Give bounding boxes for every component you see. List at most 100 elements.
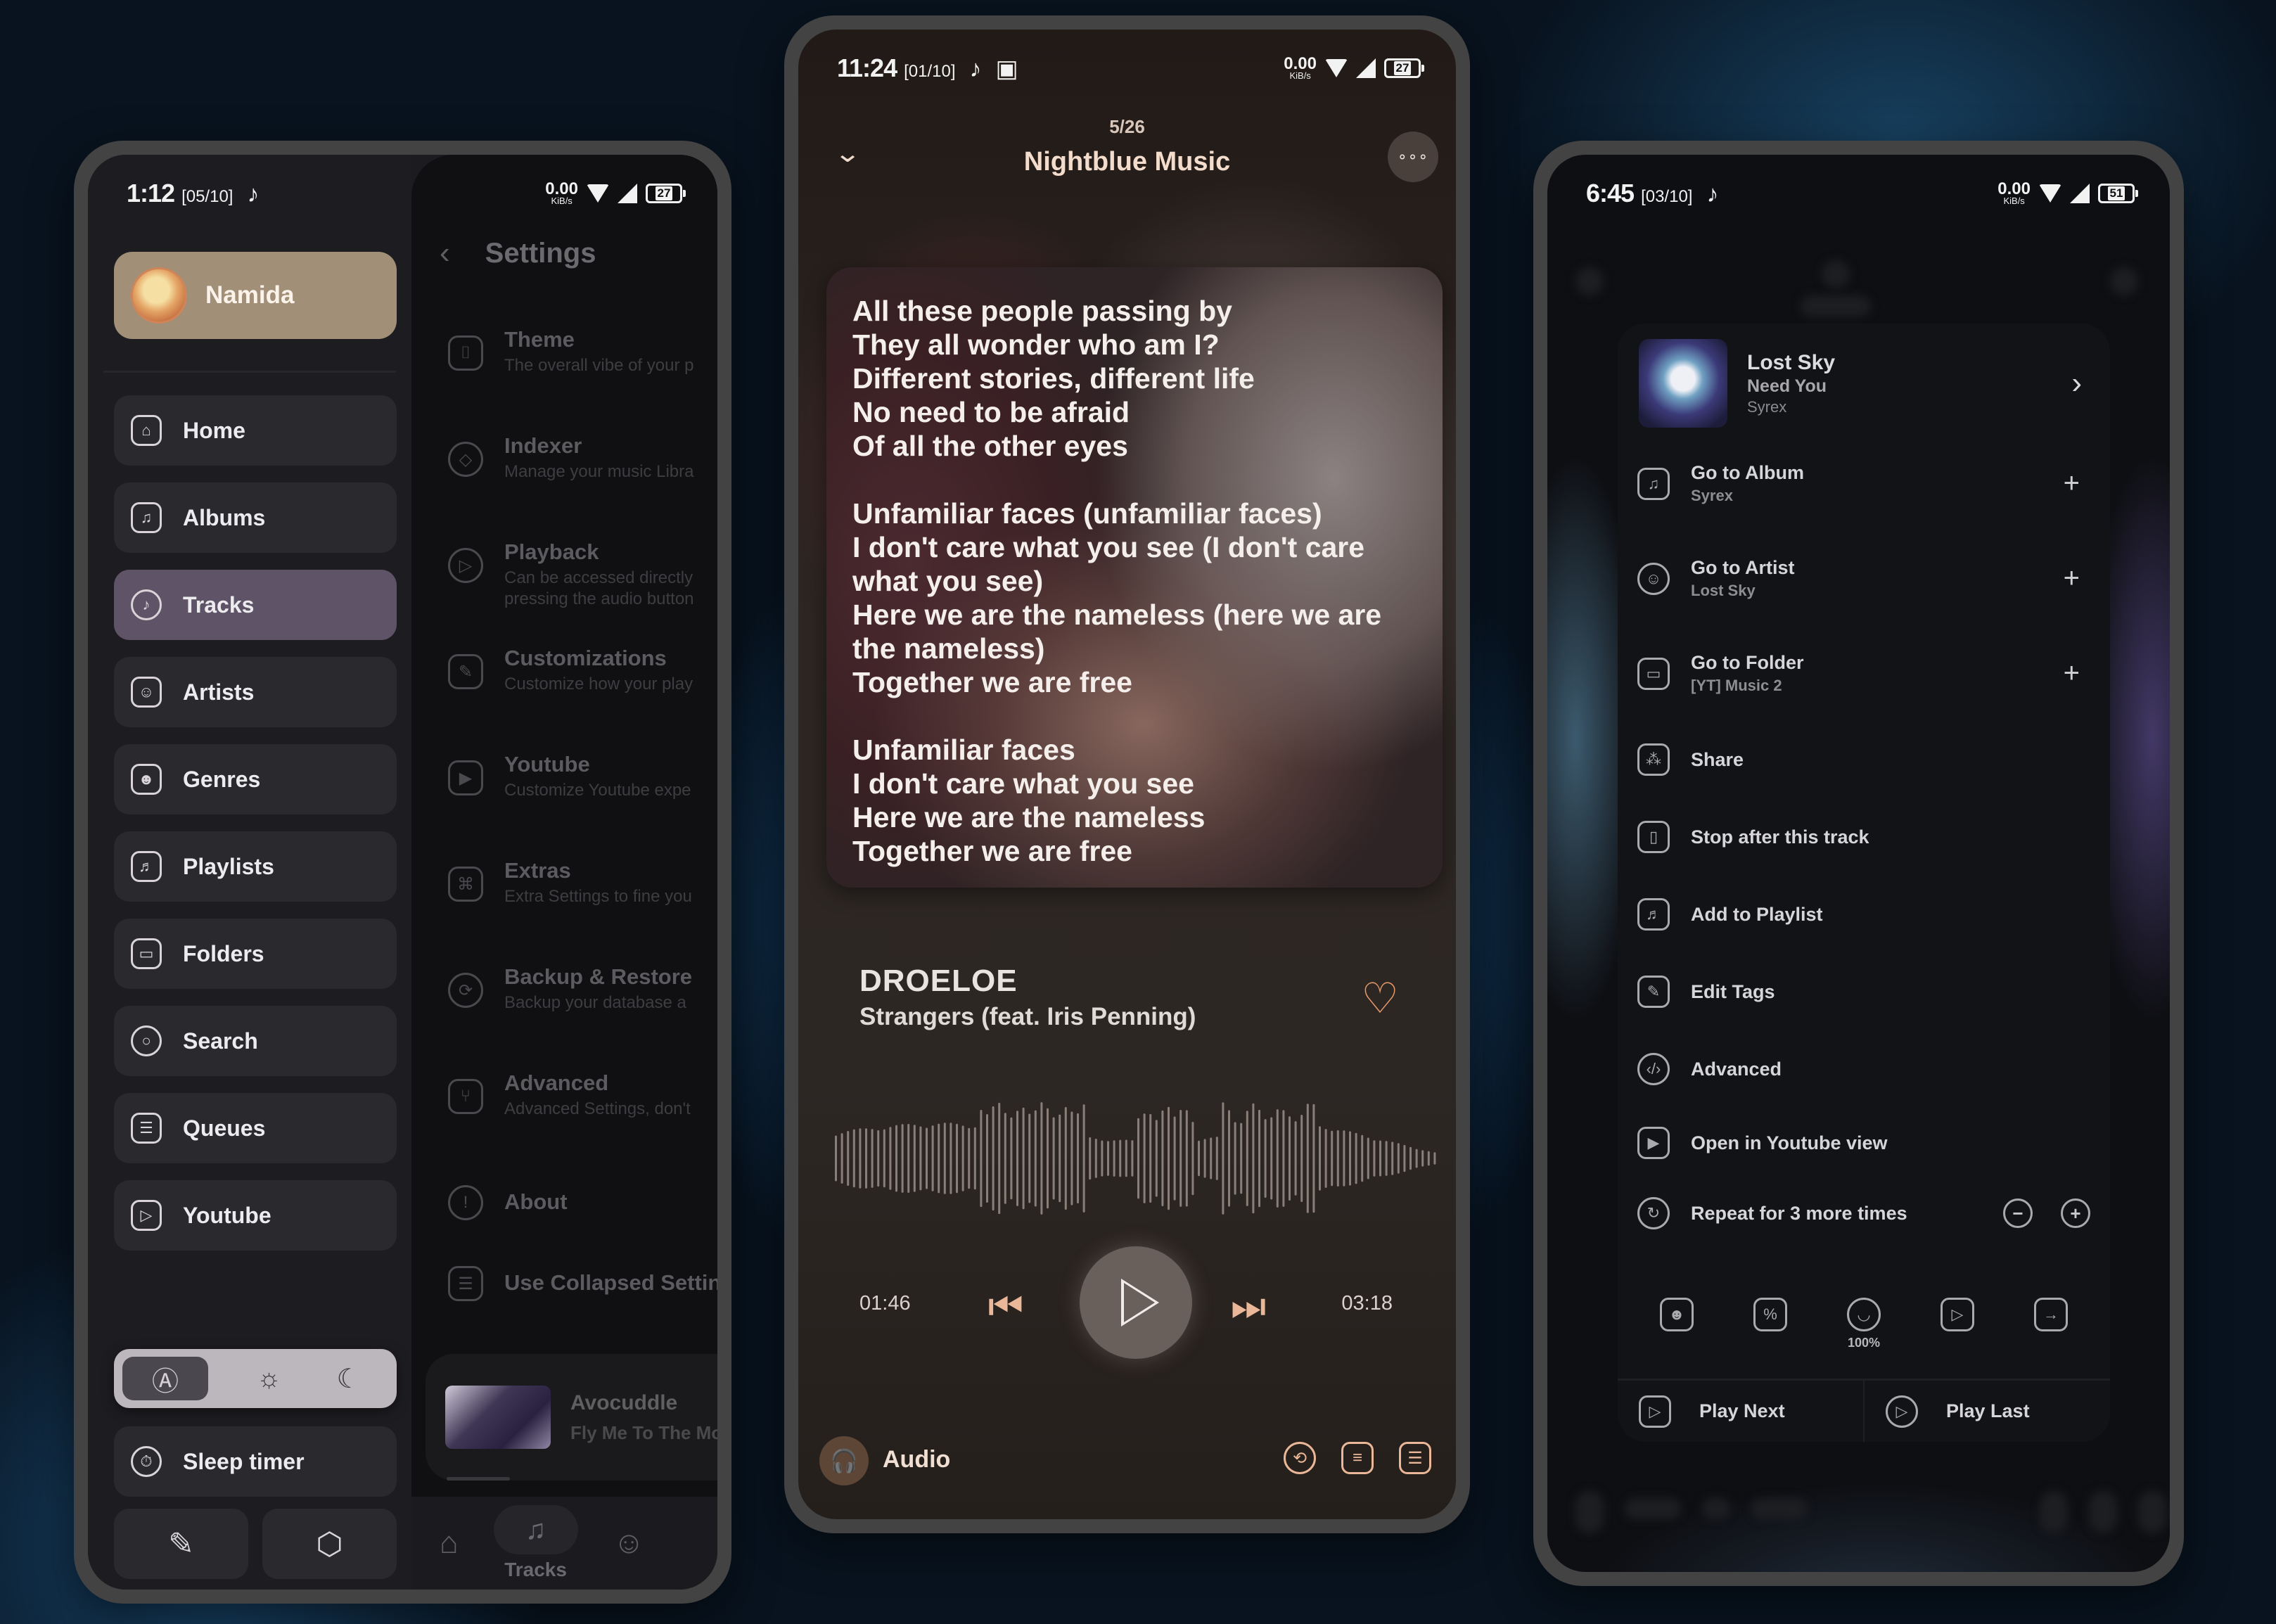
sidebar-item-tracks[interactable]: ♪ Tracks	[114, 570, 397, 640]
sidebar-item-genres[interactable]: ☻ Genres	[114, 744, 397, 814]
audio-source-label[interactable]: Audio	[883, 1446, 950, 1473]
context-menu-item-open-in-youtube-view[interactable]: ▶ Open in Youtube view	[1637, 1108, 2090, 1178]
battery-icon: 27	[646, 184, 686, 203]
sleep-timer-button[interactable]: ⏱ Sleep timer	[114, 1426, 397, 1497]
settings-item-indexer[interactable]: ◇ Indexer Manage your music Libra	[448, 433, 717, 539]
add-plus-icon[interactable]: +	[2064, 563, 2080, 594]
context-menu-item-add-to-playlist[interactable]: ♬ Add to Playlist	[1637, 876, 2090, 953]
add-plus-icon[interactable]: +	[2064, 658, 2080, 689]
settings-item-youtube[interactable]: ▶ Youtube Customize Youtube expe	[448, 752, 717, 858]
waveform-bar	[1385, 1141, 1388, 1176]
waveform-bar	[1331, 1130, 1334, 1187]
play-next-button[interactable]: ▷ Play Next	[1618, 1381, 1863, 1442]
waveform-bar	[1198, 1140, 1200, 1177]
settings-item-theme[interactable]: ⌷ Theme The overall vibe of your p	[448, 327, 717, 433]
settings-item-use-collapsed-settin[interactable]: ☰ Use Collapsed Settin	[448, 1258, 717, 1364]
chevron-right-icon[interactable]: ›	[2071, 366, 2082, 401]
waveform-bar	[1082, 1104, 1085, 1213]
auto-theme-icon[interactable]: Ⓐ	[122, 1357, 208, 1400]
queue-icon[interactable]: ☰	[1399, 1442, 1431, 1474]
sidebar-item-queues[interactable]: ☰ Queues	[114, 1093, 397, 1163]
lyric-line: Unfamiliar faces	[852, 734, 1075, 766]
play-button[interactable]	[1080, 1246, 1192, 1359]
lyrics-card[interactable]: All these people passing by They all wond…	[826, 267, 1443, 888]
context-menu-item-go-to-album[interactable]: ♫ Go to Album Syrex +	[1637, 436, 2090, 531]
settings-item-extras[interactable]: ⌘ Extras Extra Settings to fine you	[448, 858, 717, 964]
skip-next-icon: ⏭	[1230, 1283, 1267, 1328]
sidebar-item-playlists[interactable]: ♬ Playlists	[114, 831, 397, 902]
status-date: [03/10]	[1641, 187, 1693, 206]
decrement-button[interactable]: −	[2003, 1198, 2033, 1228]
waveform-bar	[883, 1129, 886, 1188]
settings-item-customizations[interactable]: ✎ Customizations Customize how your play	[448, 646, 717, 752]
sidebar-item-label: Folders	[183, 940, 264, 966]
theme-mode-switch[interactable]: Ⓐ ☼ ☾	[114, 1349, 397, 1408]
set-cover-button[interactable]: ▷	[1941, 1298, 1974, 1331]
previous-track-button[interactable]: ⏮	[978, 1278, 1034, 1334]
back-chevron-icon[interactable]: ‹	[440, 236, 450, 271]
track-artist[interactable]: DROELOE	[859, 964, 1018, 999]
play-last-button[interactable]: ▷ Play Last	[1863, 1381, 2110, 1442]
sidebar-item-youtube[interactable]: ▷ Youtube	[114, 1180, 397, 1251]
bottom-nav-home[interactable]: ⌂	[440, 1526, 459, 1561]
rating-button[interactable]: ◡ 100%	[1847, 1298, 1881, 1350]
sidebar-item-artists[interactable]: ☺ Artists	[114, 657, 397, 727]
customize-brush-button[interactable]: ✎	[114, 1509, 248, 1579]
add-plus-icon[interactable]: +	[2064, 468, 2080, 499]
next-track-button[interactable]: ⏭	[1220, 1278, 1277, 1334]
repeat-icon[interactable]: ⟲	[1284, 1442, 1316, 1474]
settings-gear-button[interactable]: ⬡	[262, 1509, 397, 1579]
bottom-nav-artists[interactable]: ☺	[613, 1526, 645, 1561]
repeat-count-controls: − +	[2003, 1198, 2090, 1228]
waveform-bar	[961, 1125, 964, 1191]
track-title[interactable]: Strangers (feat. Iris Penning)	[859, 1003, 1196, 1031]
dark-theme-icon[interactable]: ☾	[309, 1357, 388, 1400]
discount-ticket-button[interactable]: %	[1753, 1298, 1787, 1331]
repeat-track-row[interactable]: ↻ Repeat for 3 more times − +	[1637, 1178, 2090, 1248]
context-footer: ▷ Play Next ▷ Play Last	[1618, 1381, 2110, 1442]
context-menu-item-advanced[interactable]: ‹/› Advanced	[1637, 1030, 2090, 1108]
settings-item-text: About	[504, 1177, 568, 1215]
waveform-seekbar[interactable]	[835, 1099, 1440, 1218]
light-theme-icon[interactable]: ☼	[229, 1357, 309, 1400]
favourite-heart-icon[interactable]: ♡	[1353, 972, 1407, 1025]
headphones-icon[interactable]: 🎧	[819, 1436, 869, 1485]
wifi-icon	[2039, 184, 2061, 203]
waveform-bar	[1228, 1110, 1230, 1207]
right-screen: 6:45 [03/10] ♪ 0.00 KiB/s 51 Lost Sky Ne…	[1547, 155, 2170, 1572]
sidebar-item-search[interactable]: ○ Search	[114, 1006, 397, 1076]
bottom-nav-tracks[interactable]: ♫ Tracks	[493, 1505, 578, 1581]
settings-item-playback[interactable]: ▷ Playback Can be accessed directly pressi…	[448, 539, 717, 646]
more-options-button[interactable]: ∘∘∘	[1388, 132, 1438, 182]
context-menu-item-go-to-folder[interactable]: ▭ Go to Folder [YT] Music 2 +	[1637, 626, 2090, 721]
context-menu-item-edit-tags[interactable]: ✎ Edit Tags	[1637, 953, 2090, 1030]
sidebar-item-folders[interactable]: ▭ Folders	[114, 919, 397, 989]
context-menu-item-share[interactable]: ⁂ Share	[1637, 721, 2090, 798]
sidebar-item-albums[interactable]: ♫ Albums	[114, 482, 397, 553]
settings-item-backup-restore[interactable]: ⟳ Backup & Restore Backup your database a	[448, 964, 717, 1070]
stop-after-icon: ▯	[1637, 821, 1670, 853]
mini-player[interactable]: Avocuddle Fly Me To The Moo	[426, 1354, 717, 1481]
waveform-bar	[1270, 1117, 1273, 1200]
context-track-header[interactable]: Lost Sky Need You Syrex ›	[1639, 338, 2089, 429]
waveform-bar	[968, 1127, 971, 1189]
context-menu-text: Edit Tags	[1691, 981, 1775, 1003]
genres-button[interactable]: ☻	[1660, 1298, 1694, 1331]
playlist-icon: ♬	[131, 851, 162, 882]
lyrics-icon[interactable]: ≡	[1341, 1442, 1374, 1474]
settings-item-advanced[interactable]: ⑂ Advanced Advanced Settings, don't	[448, 1070, 717, 1177]
share-icon: ⁂	[1637, 743, 1670, 776]
folder-icon: ▭	[1637, 657, 1670, 690]
profile-card[interactable]: Namida	[114, 252, 397, 339]
import-arrow-button[interactable]: →	[2034, 1298, 2068, 1331]
settings-item-title: Theme	[504, 327, 575, 352]
settings-gear-icon: ⬡	[316, 1526, 343, 1561]
sidebar-item-home[interactable]: ⌂ Home	[114, 395, 397, 466]
lyric-line: I don't care what you see	[852, 767, 1194, 800]
settings-item-about[interactable]: ! About	[448, 1177, 717, 1258]
context-menu-sublabel: Lost Sky	[1691, 582, 1756, 599]
context-menu-item-go-to-artist[interactable]: ☺ Go to Artist Lost Sky +	[1637, 531, 2090, 626]
waveform-bar	[1064, 1107, 1067, 1210]
increment-button[interactable]: +	[2061, 1198, 2090, 1228]
context-menu-item-stop-after-this-track[interactable]: ▯ Stop after this track	[1637, 798, 2090, 876]
